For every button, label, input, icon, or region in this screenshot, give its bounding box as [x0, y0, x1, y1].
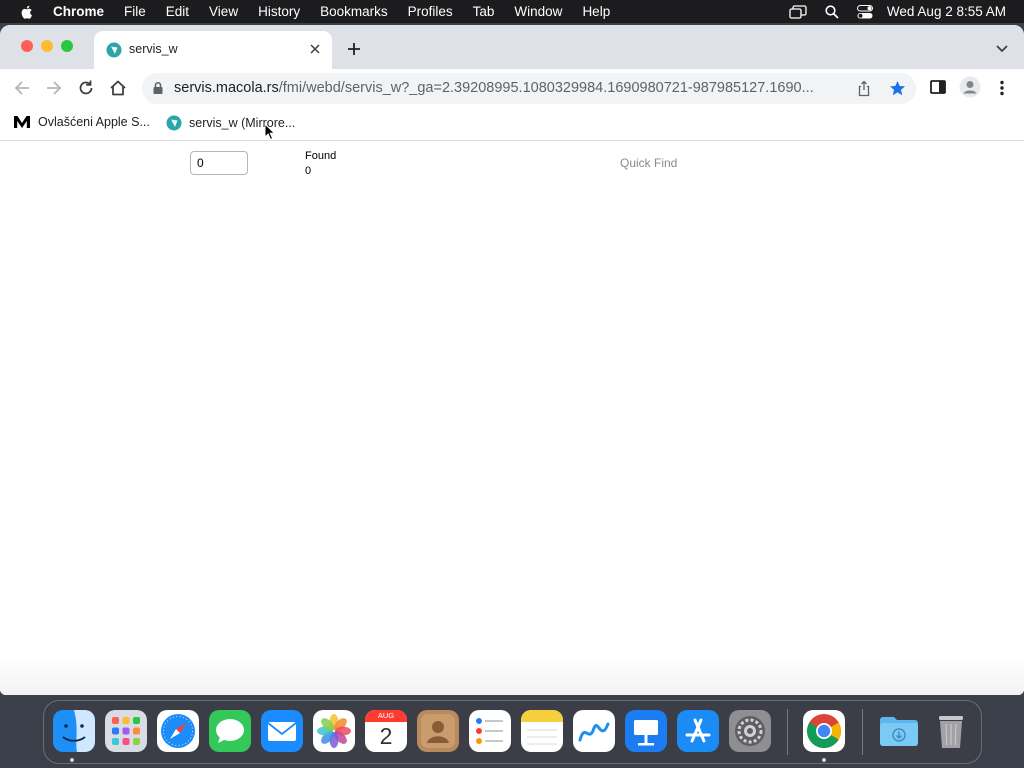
- quick-find-field[interactable]: Quick Find: [620, 156, 677, 170]
- chrome-icon[interactable]: [803, 710, 845, 752]
- page-content: Found 0 Quick Find: [0, 141, 1024, 695]
- close-window-button[interactable]: [21, 40, 33, 52]
- bookmark-label: servis_w (Mirrore...: [189, 116, 296, 130]
- filemaker-icon: [166, 115, 182, 131]
- m-logo-icon: [14, 116, 30, 128]
- more-options-icon[interactable]: [996, 78, 1008, 98]
- photos-icon[interactable]: [313, 710, 355, 752]
- content-bottom-fade: [0, 655, 1024, 695]
- notes-icon[interactable]: [521, 710, 563, 752]
- dock: AUG 2: [43, 700, 982, 764]
- menu-window[interactable]: Window: [514, 4, 562, 19]
- freeform-icon[interactable]: [573, 710, 615, 752]
- apple-logo-icon[interactable]: [19, 4, 35, 20]
- downloads-folder-icon[interactable]: [878, 710, 920, 752]
- tab-title: servis_w: [129, 42, 178, 56]
- chrome-running-indicator: [822, 758, 826, 762]
- contacts-icon[interactable]: [417, 710, 459, 752]
- home-icon[interactable]: [108, 78, 128, 98]
- found-count: 0: [305, 165, 312, 177]
- dock-separator: [862, 709, 863, 755]
- minimize-window-button[interactable]: [41, 40, 53, 52]
- url-host: servis.macola.rs: [174, 80, 279, 96]
- browser-toolbar: servis.macola.rs/fmi/webd/servis_w?_ga=2…: [0, 69, 1024, 107]
- spotlight-search-icon[interactable]: [825, 4, 839, 19]
- menu-help[interactable]: Help: [582, 4, 610, 19]
- found-label: Found: [305, 150, 337, 162]
- profile-avatar-icon[interactable]: [959, 76, 981, 98]
- menu-bookmarks[interactable]: Bookmarks: [320, 4, 388, 19]
- calendar-day: 2: [379, 723, 393, 749]
- forward-arrow-icon[interactable]: [44, 78, 64, 98]
- reload-icon[interactable]: [76, 78, 96, 98]
- bookmarks-bar: Ovlašćeni Apple S... servis_w (Mirrore..…: [0, 107, 1024, 141]
- messages-icon[interactable]: [209, 710, 251, 752]
- menu-profiles[interactable]: Profiles: [408, 4, 453, 19]
- bookmark-star-icon[interactable]: [889, 80, 906, 97]
- menu-view[interactable]: View: [209, 4, 238, 19]
- menu-bar: Chrome File Edit View History Bookmarks …: [0, 0, 1024, 23]
- tab-strip: servis_w: [0, 25, 1024, 69]
- screen-mirroring-icon[interactable]: [789, 4, 807, 19]
- filemaker-icon: [106, 42, 122, 58]
- trash-icon[interactable]: [930, 710, 972, 752]
- address-bar[interactable]: servis.macola.rs/fmi/webd/servis_w?_ga=2…: [142, 73, 916, 104]
- tab-search-chevron-down-icon[interactable]: [994, 40, 1010, 56]
- app-store-icon[interactable]: [677, 710, 719, 752]
- calendar-month: AUG: [365, 710, 407, 722]
- url-path: /fmi/webd/servis_w?_ga=2.39208995.108032…: [278, 80, 814, 96]
- calendar-icon[interactable]: AUG 2: [365, 710, 407, 752]
- dock-separator: [787, 709, 788, 755]
- control-center-icon[interactable]: [856, 4, 873, 19]
- side-panel-icon[interactable]: [929, 78, 947, 96]
- url-text[interactable]: servis.macola.rs/fmi/webd/servis_w?_ga=2…: [174, 80, 854, 96]
- keynote-icon[interactable]: [625, 710, 667, 752]
- bookmark-label: Ovlašćeni Apple S...: [38, 115, 150, 129]
- mail-icon[interactable]: [261, 710, 303, 752]
- menu-tab[interactable]: Tab: [473, 4, 495, 19]
- finder-icon[interactable]: [53, 710, 95, 752]
- bookmark-ovlasceni-apple[interactable]: Ovlašćeni Apple S...: [13, 115, 150, 129]
- system-settings-icon[interactable]: [729, 710, 771, 752]
- record-number-input[interactable]: [190, 151, 248, 175]
- reminders-icon[interactable]: [469, 710, 511, 752]
- menu-app-name[interactable]: Chrome: [53, 4, 104, 19]
- menubar-clock[interactable]: Wed Aug 2 8:55 AM: [887, 4, 1006, 19]
- tab-servis-w[interactable]: servis_w: [94, 31, 332, 69]
- share-icon[interactable]: [856, 80, 872, 97]
- menu-history[interactable]: History: [258, 4, 300, 19]
- lock-icon[interactable]: [152, 81, 164, 95]
- zoom-window-button[interactable]: [61, 40, 73, 52]
- new-tab-icon[interactable]: [345, 40, 363, 58]
- mouse-pointer-icon: [264, 123, 276, 141]
- launchpad-icon[interactable]: [105, 710, 147, 752]
- close-tab-icon[interactable]: [306, 40, 324, 58]
- finder-running-indicator: [70, 758, 74, 762]
- browser-window: servis_w servis.macola.rs/fmi/webd/servi…: [0, 25, 1024, 695]
- menu-file[interactable]: File: [124, 4, 146, 19]
- menu-edit[interactable]: Edit: [166, 4, 189, 19]
- safari-icon[interactable]: [157, 710, 199, 752]
- back-arrow-icon[interactable]: [12, 78, 32, 98]
